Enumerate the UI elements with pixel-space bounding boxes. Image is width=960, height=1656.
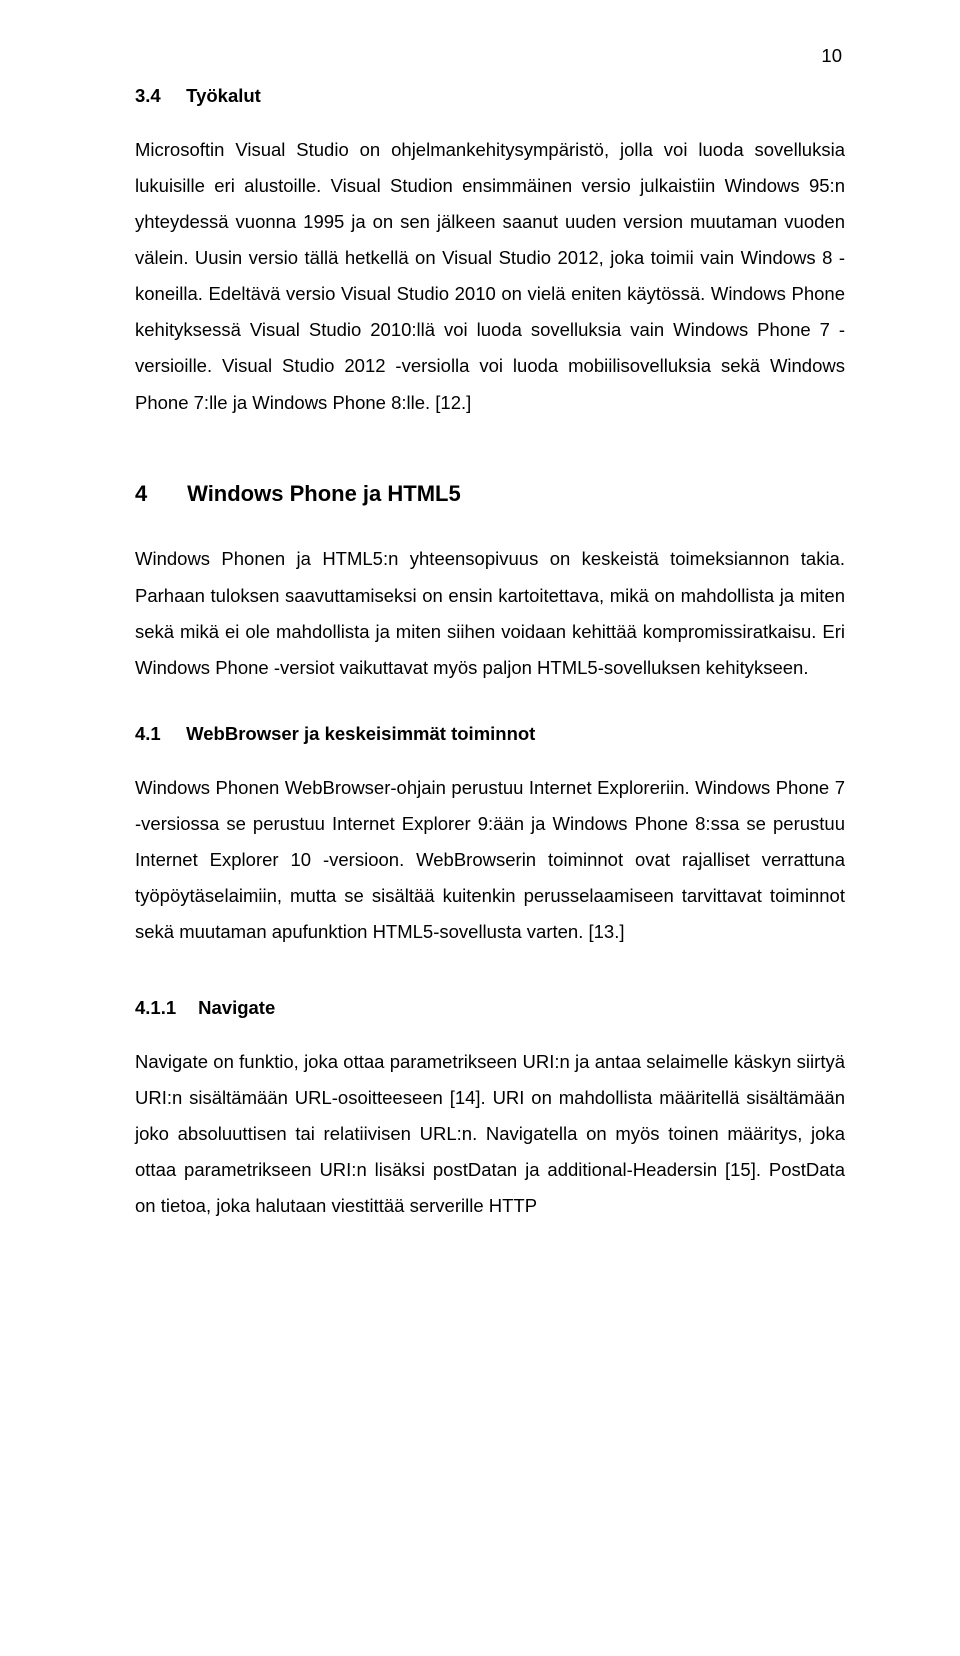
heading-4-1-1: 4.1.1 Navigate bbox=[135, 990, 845, 1026]
paragraph: Navigate on funktio, joka ottaa parametr… bbox=[135, 1044, 845, 1224]
heading-title: Windows Phone ja HTML5 bbox=[187, 481, 461, 506]
page-number: 10 bbox=[821, 38, 842, 74]
heading-title: Navigate bbox=[198, 997, 275, 1018]
heading-number: 3.4 bbox=[135, 78, 181, 114]
heading-4-1: 4.1 WebBrowser ja keskeisimmät toiminnot bbox=[135, 716, 845, 752]
paragraph: Windows Phonen ja HTML5:n yhteensopivuus… bbox=[135, 541, 845, 685]
heading-title: Työkalut bbox=[186, 85, 261, 106]
heading-4: 4 Windows Phone ja HTML5 bbox=[135, 473, 845, 516]
paragraph: Microsoftin Visual Studio on ohjelmankeh… bbox=[135, 132, 845, 421]
heading-number: 4 bbox=[135, 473, 181, 516]
heading-3-4: 3.4 Työkalut bbox=[135, 78, 845, 114]
paragraph: Windows Phonen WebBrowser-ohjain perustu… bbox=[135, 770, 845, 950]
heading-number: 4.1.1 bbox=[135, 990, 193, 1026]
heading-number: 4.1 bbox=[135, 716, 181, 752]
heading-title: WebBrowser ja keskeisimmät toiminnot bbox=[186, 723, 535, 744]
document-page: 10 3.4 Työkalut Microsoftin Visual Studi… bbox=[0, 0, 960, 1656]
